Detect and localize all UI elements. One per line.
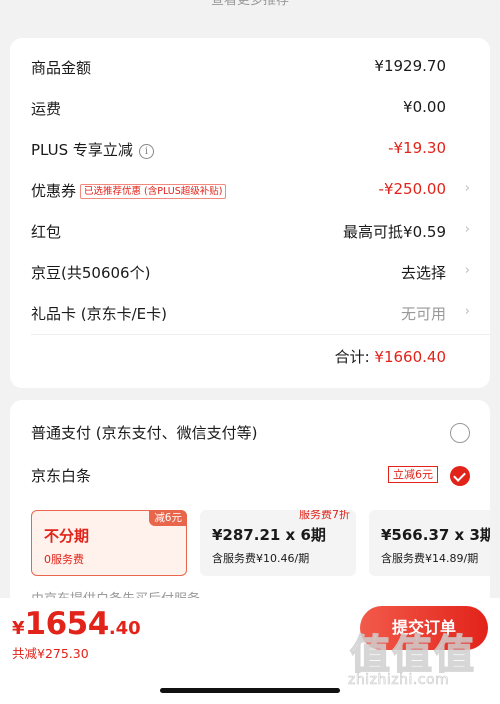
summary-value: -¥250.00: [378, 180, 446, 198]
summary-row-plus-discount: PLUS 专享立减 i -¥19.30: [10, 129, 490, 169]
total-label: 合计:: [334, 348, 375, 366]
chevron-right-icon: ›: [464, 263, 470, 278]
radio-unchecked-icon[interactable]: [450, 423, 470, 443]
header-cut: 查看更多推荐: [0, 0, 500, 28]
payment-option-normal[interactable]: 普通支付 (京东支付、微信支付等): [10, 414, 490, 450]
summary-row-gift-card[interactable]: 礼品卡 (京东卡/E卡) 无可用 ›: [10, 293, 490, 333]
summary-label: 运费: [31, 100, 62, 118]
plan-title: ¥287.21 x 6期: [212, 526, 326, 544]
plan-title: 不分期: [44, 527, 90, 545]
plan-subtitle: 含服务费¥10.46/期: [212, 552, 310, 565]
info-icon[interactable]: i: [138, 144, 154, 159]
summary-value: ¥0.00: [403, 98, 446, 116]
chevron-right-icon: ›: [464, 181, 470, 196]
installment-plans: 减6元 不分期 0服务费 服务费7折 ¥287.21 x 6期 含服务费¥10.…: [31, 510, 490, 578]
summary-value: 去选择: [400, 264, 446, 282]
price-integer: 1654: [24, 606, 110, 642]
payment-option-label: 普通支付 (京东支付、微信支付等): [31, 424, 258, 442]
watermark: 值值值 zhizhizhi.com: [348, 616, 496, 696]
payable-price: ¥1654.40: [12, 606, 141, 642]
watermark-site: zhizhizhi.com: [348, 672, 450, 689]
home-indicator[interactable]: [160, 688, 340, 693]
order-total: 合计: ¥1660.40: [335, 346, 446, 367]
payment-card: 普通支付 (京东支付、微信支付等) 京东白条 立减6元 减6元 不分期 0服务费…: [10, 400, 490, 610]
installment-plan-3[interactable]: ¥566.37 x 3期 含服务费¥14.89/期: [369, 510, 490, 576]
summary-label: 红包: [31, 223, 62, 241]
summary-value: 无可用: [400, 305, 446, 323]
summary-value: -¥19.30: [388, 139, 446, 157]
more-recommendations-link[interactable]: 查看更多推荐: [0, 0, 500, 8]
summary-row-shipping: 运费 ¥0.00: [10, 88, 490, 128]
currency-symbol: ¥: [12, 618, 25, 639]
installment-plan-6[interactable]: 服务费7折 ¥287.21 x 6期 含服务费¥10.46/期: [200, 510, 356, 576]
divider: [31, 334, 490, 335]
summary-label: PLUS 专享立减: [31, 141, 133, 159]
installment-plan-none[interactable]: 减6元 不分期 0服务费: [31, 510, 187, 576]
price-decimal: .40: [108, 618, 141, 639]
radio-checked-icon[interactable]: [450, 466, 470, 486]
summary-row-red-packet[interactable]: 红包 最高可抵¥0.59 ›: [10, 211, 490, 251]
plan-corner-badge: 减6元: [149, 510, 187, 526]
payment-option-label: 京东白条: [31, 467, 92, 485]
total-saved: 共减¥275.30: [12, 646, 89, 661]
plan-subtitle: 0服务费: [44, 553, 84, 566]
chevron-right-icon: ›: [464, 304, 470, 319]
order-summary-card: 商品金额 ¥1929.70 运费 ¥0.00 PLUS 专享立减 i -¥19.3…: [10, 38, 490, 388]
chevron-right-icon: ›: [464, 222, 470, 237]
summary-label: 商品金额: [31, 59, 92, 77]
summary-label: 优惠券: [31, 182, 77, 200]
summary-value: ¥1929.70: [374, 57, 446, 75]
total-amount: ¥1660.40: [374, 348, 446, 366]
summary-label: 京豆(共50606个): [31, 264, 151, 282]
summary-label: 礼品卡 (京东卡/E卡): [31, 305, 168, 323]
payment-option-baitiao[interactable]: 京东白条 立减6元: [10, 457, 490, 493]
plan-corner-badge: 服务费7折: [299, 510, 350, 521]
promo-badge: 立减6元: [388, 466, 438, 483]
summary-row-coupon[interactable]: 优惠券 已选推荐优惠 (含PLUS超级补贴) -¥250.00 ›: [10, 170, 490, 210]
summary-value: 最高可抵¥0.59: [343, 223, 446, 241]
summary-row-jd-beans[interactable]: 京豆(共50606个) 去选择 ›: [10, 252, 490, 292]
summary-row-goods-amount: 商品金额 ¥1929.70: [10, 47, 490, 87]
plan-title: ¥566.37 x 3期: [381, 526, 490, 544]
coupon-tag: 已选推荐优惠 (含PLUS超级补贴): [80, 184, 227, 199]
plan-subtitle: 含服务费¥14.89/期: [381, 552, 479, 565]
